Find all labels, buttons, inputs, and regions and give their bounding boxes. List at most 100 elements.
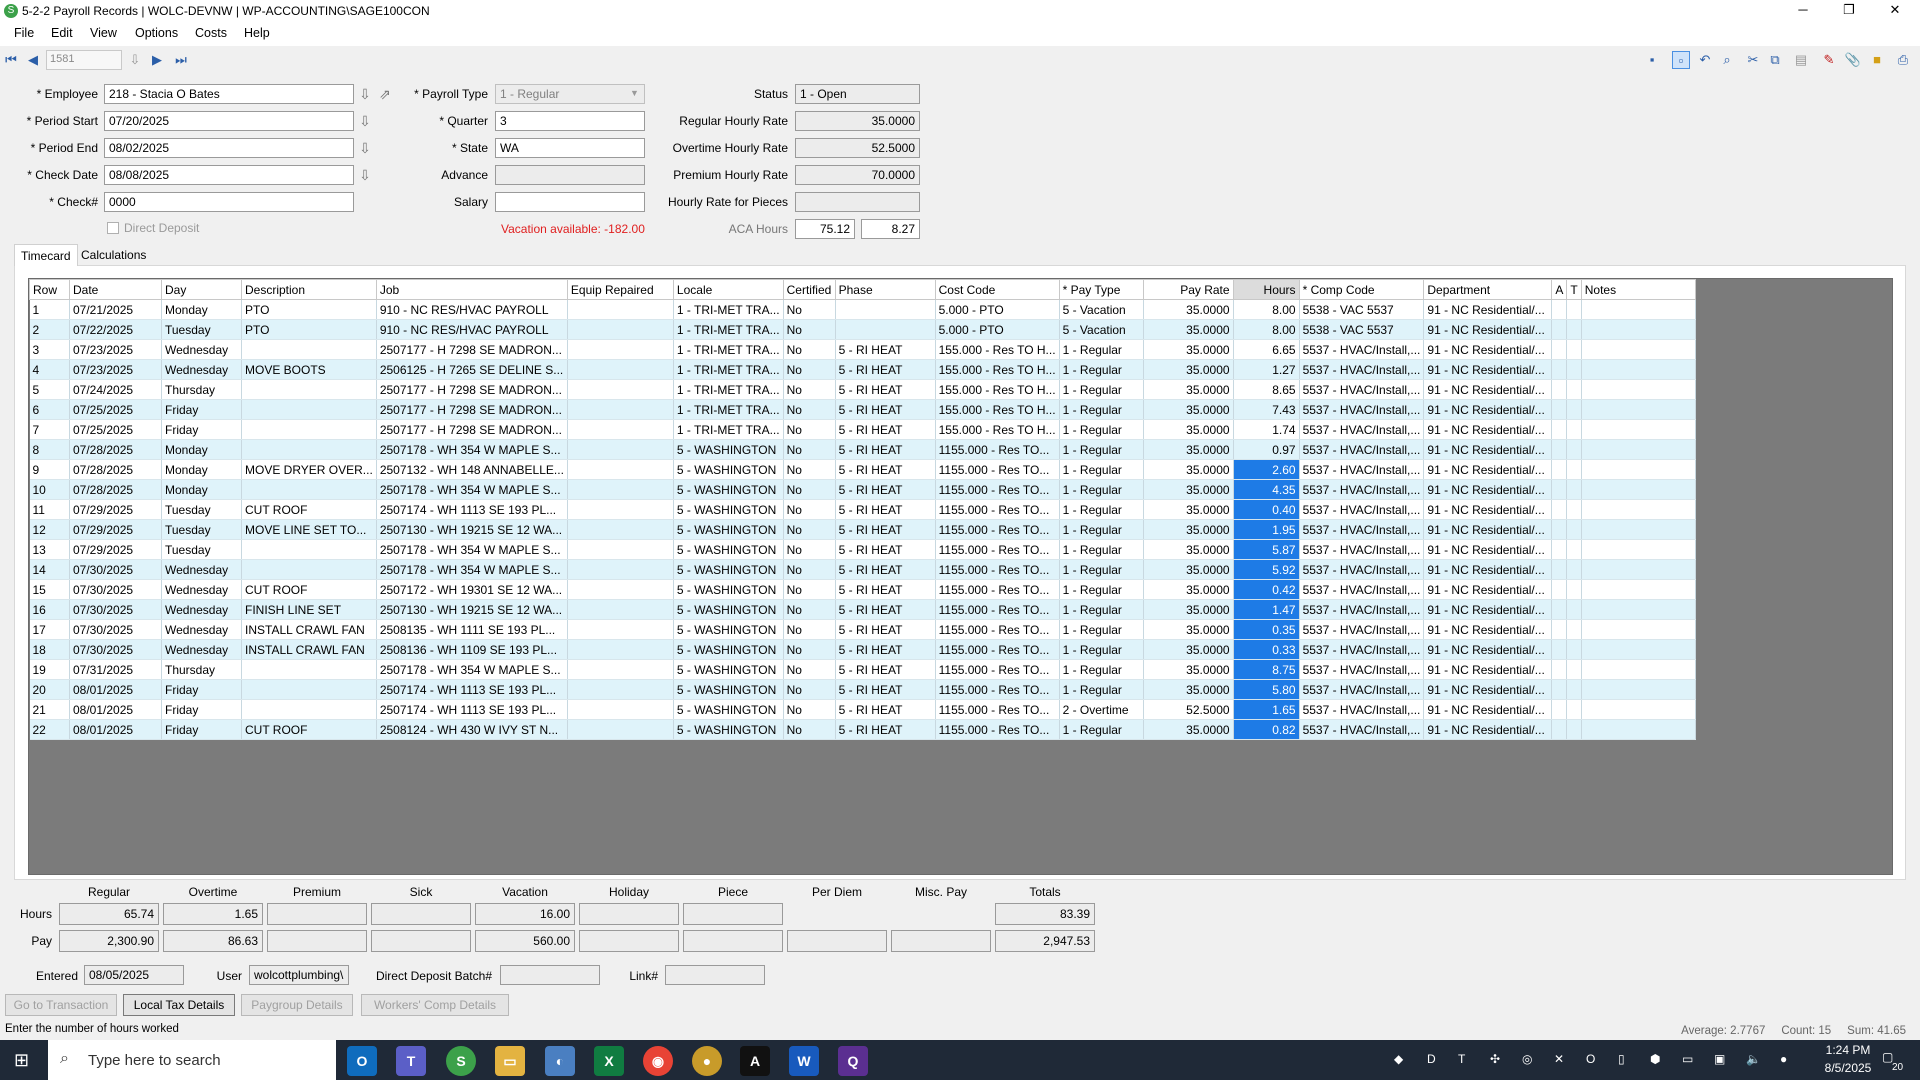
cell-job[interactable]: 2507178 - WH 354 W MAPLE S... <box>376 439 568 460</box>
cell-a[interactable] <box>1551 639 1568 660</box>
next-record-icon[interactable]: ▶ <box>148 51 166 69</box>
cell-locale[interactable]: 5 - WASHINGTON <box>673 439 784 460</box>
col-description[interactable]: Description <box>241 279 377 300</box>
col-locale[interactable]: Locale <box>672 279 784 300</box>
cell-equip-repaired[interactable] <box>567 519 674 540</box>
tray-icon-3[interactable]: ✣ <box>1490 1052 1500 1066</box>
volume-icon[interactable]: 🔈 <box>1746 1052 1761 1066</box>
attachment-icon[interactable]: 📎 <box>1844 51 1862 69</box>
cell-department[interactable]: 91 - NC Residential/... <box>1423 519 1553 540</box>
cell-a[interactable] <box>1551 399 1568 420</box>
cell-phase[interactable]: 5 - RI HEAT <box>835 639 936 660</box>
record-number-field[interactable]: 1581 <box>46 50 122 70</box>
cell-certified[interactable]: No <box>783 699 836 720</box>
cell-cost-code[interactable]: 1155.000 - Res TO... <box>935 559 1060 580</box>
cell-locale[interactable]: 5 - WASHINGTON <box>673 559 784 580</box>
cell-cost-code[interactable]: 155.000 - Res TO H... <box>935 379 1060 400</box>
cell-day[interactable]: Wednesday <box>161 619 242 640</box>
cell-cost-code[interactable]: 155.000 - Res TO H... <box>935 359 1060 380</box>
cell-pay-type[interactable]: 1 - Regular <box>1059 619 1144 640</box>
cell-date[interactable]: 07/30/2025 <box>69 639 162 660</box>
table-row[interactable]: 22 08/01/2025 Friday CUT ROOF 2508124 - WH 4… <box>29 719 1696 740</box>
cell-hours[interactable]: 1.65 <box>1233 699 1300 720</box>
cell-date[interactable]: 07/21/2025 <box>69 299 162 320</box>
col-day[interactable]: Day <box>161 279 242 300</box>
cell-comp-code[interactable]: 5537 - HVAC/Install,... <box>1299 359 1425 380</box>
cell-description[interactable]: CUT ROOF <box>241 719 377 740</box>
excel-icon[interactable]: X <box>594 1046 624 1076</box>
cell-locale[interactable]: 5 - WASHINGTON <box>673 499 784 520</box>
regular-rate-field[interactable]: 35.0000 <box>795 111 920 131</box>
tab-timecard[interactable]: Timecard <box>14 244 78 266</box>
cell-t[interactable] <box>1566 359 1582 380</box>
cell-job[interactable]: 2508135 - WH 1111 SE 193 PL... <box>376 619 568 640</box>
save-icon[interactable]: ▪ <box>1643 51 1661 69</box>
cell-pay-rate[interactable]: 35.0000 <box>1143 299 1234 320</box>
cell-notes[interactable] <box>1581 339 1696 360</box>
cell-comp-code[interactable]: 5537 - HVAC/Install,... <box>1299 399 1425 420</box>
word-icon[interactable]: W <box>789 1046 819 1076</box>
cell-certified[interactable]: No <box>783 539 836 560</box>
cell-job[interactable]: 2508136 - WH 1109 SE 193 PL... <box>376 639 568 660</box>
cell-description[interactable] <box>241 679 377 700</box>
cell-description[interactable]: INSTALL CRAWL FAN <box>241 619 377 640</box>
cell-pay-rate[interactable]: 35.0000 <box>1143 319 1234 340</box>
cell-certified[interactable]: No <box>783 319 836 340</box>
cell-certified[interactable]: No <box>783 459 836 480</box>
cell-comp-code[interactable]: 5537 - HVAC/Install,... <box>1299 659 1425 680</box>
cell-row[interactable]: 21 <box>29 699 70 720</box>
cell-cost-code[interactable]: 1155.000 - Res TO... <box>935 599 1060 620</box>
cell-pay-type[interactable]: 1 - Regular <box>1059 559 1144 580</box>
chrome-icon[interactable]: ◉ <box>643 1046 673 1076</box>
cell-pay-type[interactable]: 5 - Vacation <box>1059 319 1144 340</box>
cell-day[interactable]: Wednesday <box>161 339 242 360</box>
cell-job[interactable]: 2507177 - H 7298 SE MADRON... <box>376 399 568 420</box>
cell-pay-type[interactable]: 1 - Regular <box>1059 539 1144 560</box>
cell-a[interactable] <box>1551 499 1568 520</box>
cell-job[interactable]: 2507174 - WH 1113 SE 193 PL... <box>376 699 568 720</box>
cell-pay-rate[interactable]: 35.0000 <box>1143 359 1234 380</box>
cell-hours[interactable]: 1.95 <box>1233 519 1300 540</box>
cell-certified[interactable]: No <box>783 679 836 700</box>
cell-day[interactable]: Monday <box>161 299 242 320</box>
cell-day[interactable]: Monday <box>161 479 242 500</box>
cell-day[interactable]: Friday <box>161 399 242 420</box>
cell-description[interactable] <box>241 419 377 440</box>
cell-comp-code[interactable]: 5537 - HVAC/Install,... <box>1299 419 1425 440</box>
cell-department[interactable]: 91 - NC Residential/... <box>1423 599 1553 620</box>
cell-pay-type[interactable]: 1 - Regular <box>1059 459 1144 480</box>
microphone-icon[interactable]: ● <box>1780 1052 1787 1066</box>
cell-pay-rate[interactable]: 35.0000 <box>1143 339 1234 360</box>
tray-battery-icon[interactable]: ▭ <box>1682 1052 1693 1066</box>
cell-a[interactable] <box>1551 339 1568 360</box>
cell-cost-code[interactable]: 1155.000 - Res TO... <box>935 699 1060 720</box>
cell-description[interactable]: FINISH LINE SET <box>241 599 377 620</box>
cell-t[interactable] <box>1566 459 1582 480</box>
period-end-field[interactable]: 08/02/2025 <box>104 138 354 158</box>
cell-t[interactable] <box>1566 719 1582 740</box>
cell-cost-code[interactable]: 1155.000 - Res TO... <box>935 679 1060 700</box>
cell-t[interactable] <box>1566 419 1582 440</box>
cell-comp-code[interactable]: 5537 - HVAC/Install,... <box>1299 639 1425 660</box>
cell-t[interactable] <box>1566 319 1582 340</box>
check-date-lookup-icon[interactable]: ⇩ <box>357 166 373 184</box>
cell-equip-repaired[interactable] <box>567 299 674 320</box>
cell-description[interactable] <box>241 699 377 720</box>
tray-icon-5[interactable]: ✕ <box>1554 1052 1564 1066</box>
cell-department[interactable]: 91 - NC Residential/... <box>1423 539 1553 560</box>
cell-certified[interactable]: No <box>783 639 836 660</box>
cell-comp-code[interactable]: 5537 - HVAC/Install,... <box>1299 699 1425 720</box>
table-row[interactable]: 21 08/01/2025 Friday 2507174 - WH 1113 SE 1… <box>29 699 1696 720</box>
cell-job[interactable]: 910 - NC RES/HVAC PAYROLL <box>376 299 568 320</box>
cell-date[interactable]: 08/01/2025 <box>69 719 162 740</box>
cell-phase[interactable]: 5 - RI HEAT <box>835 539 936 560</box>
first-record-icon[interactable]: ⏮ <box>2 51 20 69</box>
cut-icon[interactable]: ✂ <box>1744 51 1762 69</box>
cell-t[interactable] <box>1566 499 1582 520</box>
col-department[interactable]: Department <box>1423 279 1553 300</box>
cell-department[interactable]: 91 - NC Residential/... <box>1423 479 1553 500</box>
cell-pay-type[interactable]: 1 - Regular <box>1059 599 1144 620</box>
cell-cost-code[interactable]: 1155.000 - Res TO... <box>935 639 1060 660</box>
cell-pay-type[interactable]: 1 - Regular <box>1059 499 1144 520</box>
cell-department[interactable]: 91 - NC Residential/... <box>1423 659 1553 680</box>
